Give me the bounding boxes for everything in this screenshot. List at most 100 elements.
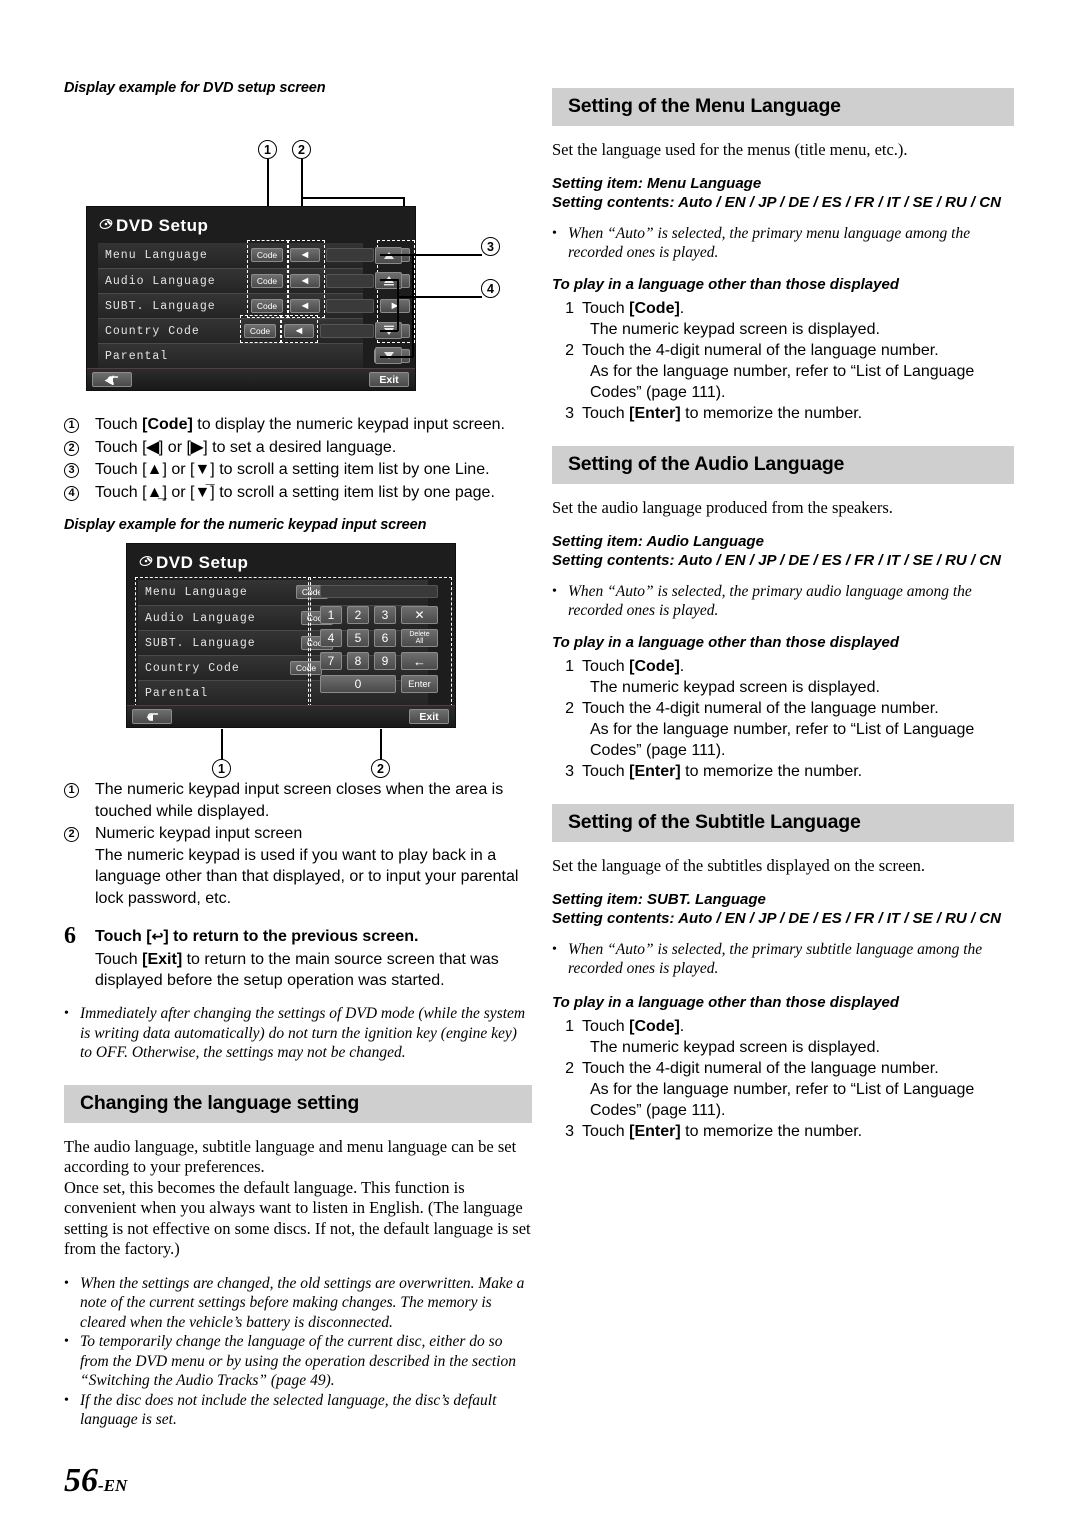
leader-line-2a xyxy=(301,159,303,197)
leader-4-vert xyxy=(397,279,399,331)
step-subtext: As for the language number, refer to “Li… xyxy=(590,721,975,759)
note-default-language: • If the disc does not include the selec… xyxy=(64,1391,532,1430)
callout-number: 2 xyxy=(64,827,79,842)
step-number: 3 xyxy=(565,1123,574,1140)
audio-setting-item: Setting item: Audio Language xyxy=(552,532,764,550)
highlight-left-arrow-column xyxy=(287,240,325,318)
step-number: 3 xyxy=(565,405,574,422)
step-subtext: As for the language number, refer to “Li… xyxy=(590,363,975,401)
highlight-setting-list-area xyxy=(135,577,311,707)
code-key-label: [Code] xyxy=(629,1018,680,1035)
step-6-body: Touch [Exit] to return to the main sourc… xyxy=(95,951,499,989)
callout-2: 2 xyxy=(292,140,311,159)
menu-steps: 1 Touch [Code]. The numeric keypad scree… xyxy=(552,298,1014,424)
callout-number: 2 xyxy=(64,440,79,456)
list-item: 2 Numeric keypad input screen The numeri… xyxy=(64,823,532,909)
highlight-keypad-area xyxy=(308,577,452,707)
list-item: 3 Touch [▲] or [▼] to scroll a setting i… xyxy=(64,459,532,481)
menu-other-heading: To play in a language other than those d… xyxy=(552,275,899,293)
list-item-text: Touch [▲̲] or [▼̅] to scroll a setting i… xyxy=(95,483,495,501)
row-label: Audio Language xyxy=(105,274,216,288)
callout-number: 1 xyxy=(64,783,79,798)
page-number-value: 56 xyxy=(64,1462,98,1499)
list-item-text: Numeric keypad input screen xyxy=(95,825,303,842)
bullet-dot: • xyxy=(64,1275,69,1291)
step: 1 Touch [Code]. xyxy=(552,656,1014,677)
list-item-text: Touch [◀] or [▶] to set a desired langua… xyxy=(95,438,397,456)
note-text: When “Auto” is selected, the primary sub… xyxy=(568,940,983,978)
leader-3-main xyxy=(412,254,482,256)
bullet-dot: • xyxy=(552,225,557,241)
subtitle-auto-note: • When “Auto” is selected, the primary s… xyxy=(552,940,1014,979)
leader-line-k1 xyxy=(221,729,223,759)
step-6-heading: Touch [↩] to return to the previous scre… xyxy=(95,928,419,945)
note-text: When “Auto” is selected, the primary men… xyxy=(568,224,971,262)
exit-button[interactable]: Exit xyxy=(409,709,449,724)
exit-key-label: [Exit] xyxy=(142,951,183,968)
disc-icon xyxy=(139,553,153,573)
bullet-dot: • xyxy=(64,1334,69,1349)
audio-intro: Set the audio language produced from the… xyxy=(552,498,893,517)
list-item-text: The numeric keypad input screen closes w… xyxy=(95,781,504,820)
leader-3-to-linedown xyxy=(380,356,413,358)
enter-key-label: [Enter] xyxy=(629,1123,681,1140)
step-text: Touch the 4-digit numeral of the languag… xyxy=(582,1060,939,1077)
manual-page: Display example for DVD setup screen 1 2 xyxy=(0,0,1080,1526)
keypad-title: DVD Setup xyxy=(156,553,249,572)
code-key-label: [Code] xyxy=(629,300,680,317)
section-heading-menu-language: Setting of the Menu Language xyxy=(552,88,1014,126)
step-6-number: 6 xyxy=(64,923,76,949)
note-text: Immediately after changing the settings … xyxy=(80,1005,526,1061)
leader-4-to-pagedown xyxy=(380,330,398,332)
bullet-dot: • xyxy=(552,941,557,957)
section-heading-audio-language: Setting of the Audio Language xyxy=(552,446,1014,484)
step-number: 2 xyxy=(565,700,574,717)
note-overwrite: • When the settings are changed, the old… xyxy=(64,1274,532,1333)
step: 2 Touch the 4-digit numeral of the langu… xyxy=(552,698,1014,719)
page-number: 56-EN xyxy=(64,1462,127,1500)
dvd-setup-title-bar: DVD Setup xyxy=(99,216,208,236)
row-label: Country Code xyxy=(105,324,200,338)
step: 2 Touch the 4-digit numeral of the langu… xyxy=(552,340,1014,361)
dvd-setup-screen: DVD Setup Menu Language Code ◄ ► Audio L… xyxy=(86,206,416,391)
back-button[interactable] xyxy=(92,372,132,387)
section-paragraph-1: The audio language, subtitle language an… xyxy=(64,1136,517,1177)
dvd-setup-title: DVD Setup xyxy=(116,216,209,235)
back-button[interactable] xyxy=(132,709,172,724)
keypad-callout-list: 1 The numeric keypad input screen closes… xyxy=(64,779,532,909)
note-ignition: • Immediately after changing the setting… xyxy=(64,1004,532,1063)
subtitle-steps: 1 Touch [Code]. The numeric keypad scree… xyxy=(552,1016,1014,1142)
step-number: 1 xyxy=(565,658,574,675)
leader-3-to-lineup xyxy=(380,254,413,256)
step: 3 Touch [Enter] to memorize the number. xyxy=(552,1121,1014,1142)
screen-bottom-bar: Exit xyxy=(87,368,415,390)
step-number: 2 xyxy=(565,1060,574,1077)
highlight-left-arrow-country xyxy=(280,315,318,343)
row-parental[interactable]: Parental Input xyxy=(98,343,410,368)
highlight-code-country xyxy=(240,315,282,343)
note-text: If the disc does not include the selecte… xyxy=(80,1391,497,1429)
step: 3 Touch [Enter] to memorize the number. xyxy=(552,403,1014,424)
leader-4-to-pageup xyxy=(380,279,398,281)
leader-3-vert xyxy=(412,254,414,357)
figure-keypad: DVD Setup Menu Language Code Audio Langu… xyxy=(64,543,532,778)
step: 1 Touch [Code]. xyxy=(552,298,1014,319)
caption-keypad-example: Display example for the numeric keypad i… xyxy=(64,517,427,533)
callout-3: 3 xyxy=(481,237,500,256)
code-key-label: [Code] xyxy=(629,658,680,675)
value-field xyxy=(326,274,374,288)
row-label: Parental xyxy=(105,349,169,363)
step-subtext: The numeric keypad screen is displayed. xyxy=(590,679,880,696)
exit-button[interactable]: Exit xyxy=(369,372,409,387)
step-number: 2 xyxy=(565,342,574,359)
list-item: 2 Touch [◀] or [▶] to set a desired lang… xyxy=(64,437,532,459)
disc-icon xyxy=(99,216,113,236)
step: 3 Touch [Enter] to memorize the number. xyxy=(552,761,1014,782)
audio-steps: 1 Touch [Code]. The numeric keypad scree… xyxy=(552,656,1014,782)
row-country-code[interactable]: Country Code Code ◄ ► xyxy=(98,318,410,343)
caption-dvd-setup-example: Display example for DVD setup screen xyxy=(64,80,326,96)
step-text: Touch [Code]. xyxy=(582,300,685,317)
figure-dvd-setup: 1 2 DVD Setup Menu Language Code ◄ Audio… xyxy=(64,106,532,406)
step-text: Touch [Enter] to memorize the number. xyxy=(582,405,863,422)
row-label: Menu Language xyxy=(105,249,208,262)
